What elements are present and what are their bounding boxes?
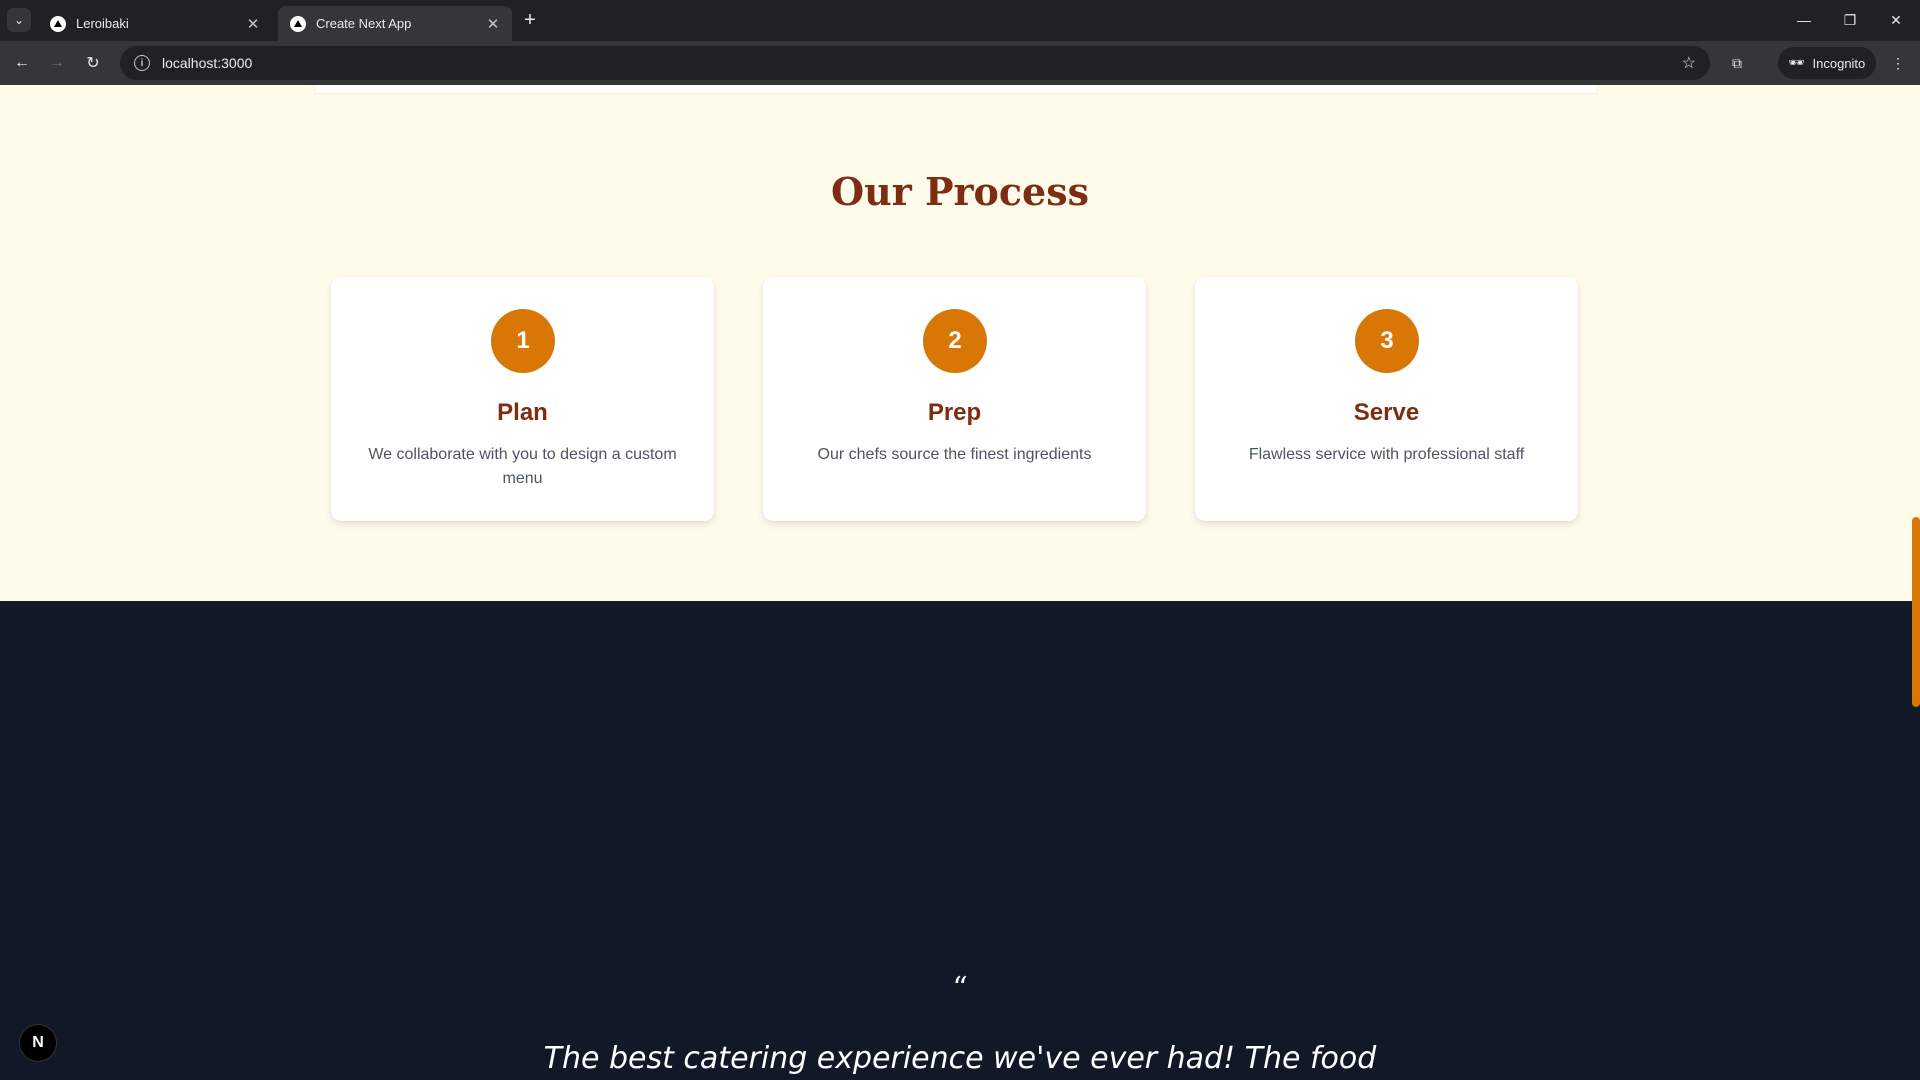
minimize-icon: — bbox=[1797, 12, 1811, 28]
chevron-down-icon: ⌄ bbox=[13, 13, 25, 27]
close-icon: ✕ bbox=[1890, 11, 1902, 28]
favicon-icon bbox=[50, 15, 66, 32]
browser-toolbar: ← → ↻ i localhost:3000 ☆ ⧉ 🕶 Incognito ⋮ bbox=[0, 41, 1920, 85]
step-number-badge: 3 bbox=[1355, 309, 1419, 373]
step-number-badge: 1 bbox=[491, 309, 555, 373]
close-window-button[interactable]: ✕ bbox=[1873, 6, 1919, 34]
testimonial-section: “ The best catering experience we've eve… bbox=[0, 601, 1920, 1080]
step-title: Plan bbox=[497, 399, 548, 426]
page-viewport: Our Process 1 Plan We collaborate with y… bbox=[0, 85, 1920, 1080]
address-bar[interactable]: i localhost:3000 ☆ bbox=[120, 46, 1710, 80]
back-button[interactable]: ← bbox=[8, 49, 36, 77]
reload-icon: ↻ bbox=[86, 55, 100, 72]
step-description: Our chefs source the finest ingredients bbox=[817, 446, 1092, 463]
close-icon[interactable]: ✕ bbox=[484, 15, 502, 33]
camera-icon: ⧉ bbox=[1732, 54, 1742, 71]
page-scrollbar-thumb[interactable] bbox=[1912, 517, 1920, 707]
plus-icon: + bbox=[524, 8, 536, 31]
process-card-plan: 1 Plan We collaborate with you to design… bbox=[331, 277, 714, 521]
browser-tab-create-next-app[interactable]: Create Next App ✕ bbox=[278, 6, 512, 41]
star-icon[interactable]: ☆ bbox=[1682, 53, 1696, 73]
screenshot-button[interactable]: ⧉ bbox=[1723, 49, 1751, 77]
quote-icon: “ bbox=[952, 971, 968, 1006]
incognito-label: Incognito bbox=[1812, 55, 1866, 71]
reload-button[interactable]: ↻ bbox=[79, 49, 107, 77]
browser-tab-leroibaki[interactable]: Leroibaki ✕ bbox=[38, 6, 272, 41]
step-description: We collaborate with you to design a cust… bbox=[368, 446, 677, 487]
restore-icon: ❐ bbox=[1843, 11, 1857, 28]
more-vertical-icon: ⋮ bbox=[1891, 54, 1905, 71]
step-title: Prep bbox=[927, 399, 982, 426]
previous-section-edge bbox=[316, 85, 1596, 93]
close-icon[interactable]: ✕ bbox=[244, 15, 262, 33]
process-card-prep: 2 Prep Our chefs source the finest ingre… bbox=[763, 277, 1146, 521]
browser-tab-bar: ⌄ Leroibaki ✕ Create Next App ✕ + — ❐ ✕ bbox=[0, 0, 1920, 41]
favicon-icon bbox=[290, 15, 306, 32]
nextjs-dev-indicator-button[interactable]: N bbox=[20, 1025, 56, 1061]
minimize-button[interactable]: — bbox=[1781, 6, 1827, 34]
forward-button[interactable]: → bbox=[43, 49, 71, 77]
step-description: Flawless service with professional staff bbox=[1248, 446, 1525, 463]
menu-button[interactable]: ⋮ bbox=[1884, 49, 1912, 77]
incognito-icon: 🕶 bbox=[1788, 55, 1805, 70]
process-section: Our Process 1 Plan We collaborate with y… bbox=[0, 85, 1920, 601]
tab-title: Create Next App bbox=[316, 16, 412, 31]
tab-search-button[interactable]: ⌄ bbox=[7, 8, 31, 32]
arrow-left-icon: ← bbox=[14, 54, 30, 71]
restore-button[interactable]: ❐ bbox=[1827, 6, 1873, 34]
section-title: Our Process bbox=[830, 169, 1090, 214]
incognito-indicator[interactable]: 🕶 Incognito bbox=[1778, 47, 1876, 79]
url-text[interactable]: localhost:3000 bbox=[162, 55, 1682, 71]
new-tab-button[interactable]: + bbox=[518, 8, 542, 32]
process-card-serve: 3 Serve Flawless service with profession… bbox=[1195, 277, 1578, 521]
info-icon[interactable]: i bbox=[134, 55, 150, 71]
step-title: Serve bbox=[1353, 399, 1420, 426]
arrow-right-icon: → bbox=[49, 54, 65, 71]
step-number-badge: 2 bbox=[923, 309, 987, 373]
testimonial-quote: The best catering experience we've ever … bbox=[543, 1041, 1377, 1076]
tab-title: Leroibaki bbox=[76, 16, 129, 31]
